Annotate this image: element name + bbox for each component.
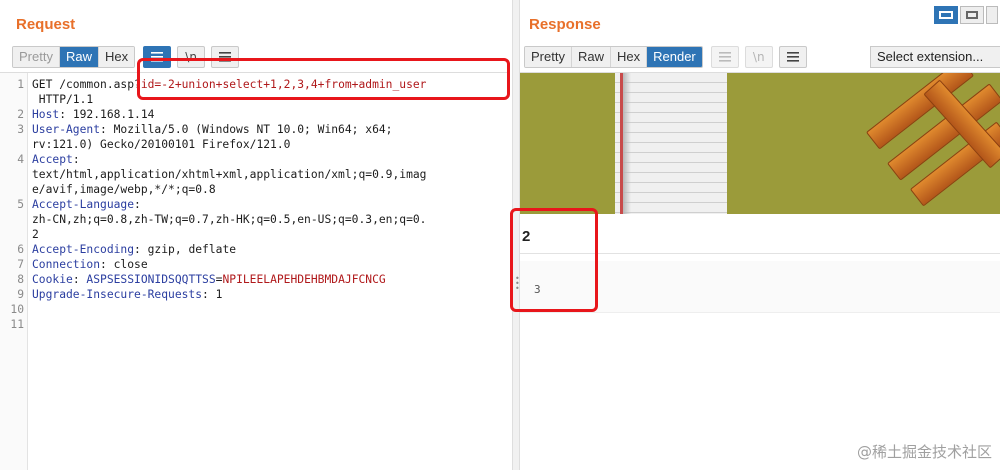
- line-number: 11: [10, 318, 24, 331]
- code-token: zh-CN,zh;q=0.8,zh-TW;q=0.7,zh-HK;q=0.5,e…: [32, 213, 427, 226]
- line-number: 5: [17, 198, 24, 211]
- wrap-lines-icon[interactable]: [710, 46, 739, 68]
- wrap-lines-glyph: [718, 52, 731, 62]
- highlight-box-injection: [137, 58, 510, 100]
- code-token: ASPSESSIONIDSQQTTSS: [86, 273, 216, 286]
- response-title: Response: [529, 16, 601, 33]
- highlight-box-output: [510, 208, 598, 312]
- line-code: Cookie: ASPSESSIONIDSQQTTSS=NPILEELAPEHD…: [32, 272, 386, 287]
- response-panel: Response Pretty Raw Hex Render \n Select…: [510, 0, 1000, 470]
- request-line: 6 Accept-Encoding: gzip, deflate: [0, 242, 510, 257]
- line-number: 9: [17, 288, 24, 301]
- code-token: HTTP/1.1: [32, 93, 94, 106]
- rendered-banner-image: [520, 73, 1000, 214]
- code-token: : close: [100, 258, 148, 271]
- line-code: 2: [32, 227, 39, 242]
- line-code: User-Agent: Mozilla/5.0 (Windows NT 10.0…: [32, 122, 392, 137]
- code-token: text/html,application/xhtml+xml,applicat…: [32, 168, 427, 181]
- line-number: 10: [10, 303, 24, 316]
- request-panel: Request Pretty Raw Hex \n 1 GET /common.a…: [0, 0, 512, 470]
- tab-pretty[interactable]: Pretty: [13, 47, 60, 67]
- request-editor[interactable]: 1 GET /common.asp?id=-2+union+select+1,2,…: [0, 72, 510, 470]
- show-newlines-icon[interactable]: \n: [744, 46, 773, 68]
- code-token: Cookie: [32, 273, 73, 286]
- line-code: Connection: close: [32, 257, 148, 272]
- line-number: 4: [17, 153, 24, 166]
- request-title: Request: [16, 16, 76, 33]
- code-token: GET /common.asp?: [32, 78, 141, 91]
- banner-wall: [615, 73, 727, 214]
- code-token: Upgrade-Insecure-Requests: [32, 288, 203, 301]
- line-number: 8: [17, 273, 24, 286]
- line-code: rv:121.0) Gecko/20100101 Firefox/121.0: [32, 137, 290, 152]
- layout-toggles: [932, 6, 998, 24]
- request-view-tabs: Pretty Raw Hex: [12, 46, 136, 68]
- request-line: 10: [0, 302, 510, 317]
- code-token: : 1: [202, 288, 223, 301]
- request-line: 7 Connection: close: [0, 257, 510, 272]
- request-line: 9 Upgrade-Insecure-Requests: 1: [0, 287, 510, 302]
- code-token: : gzip, deflate: [134, 243, 237, 256]
- code-token: :: [72, 153, 80, 166]
- code-token: User-Agent: [32, 123, 101, 136]
- response-view-tabs: Pretty Raw Hex Render: [524, 46, 703, 68]
- code-token: : 192.168.1.14: [59, 108, 155, 121]
- request-line: 11: [0, 317, 510, 332]
- code-token: :: [134, 198, 141, 211]
- request-line: 3 User-Agent: Mozilla/5.0 (Windows NT 10.…: [0, 122, 510, 137]
- code-token: :: [72, 273, 87, 286]
- request-line: text/html,application/xhtml+xml,applicat…: [0, 167, 510, 182]
- request-line: 2 Host: 192.168.1.14: [0, 107, 510, 122]
- line-code: Host: 192.168.1.14: [32, 107, 154, 122]
- tab-render[interactable]: Render: [647, 47, 702, 67]
- request-line: zh-CN,zh;q=0.8,zh-TW;q=0.7,zh-HK;q=0.5,e…: [0, 212, 510, 227]
- line-code: Accept-Encoding: gzip, deflate: [32, 242, 236, 257]
- code-token: Accept: [32, 153, 73, 166]
- line-code: Accept:: [32, 152, 80, 167]
- tab-hex[interactable]: Hex: [98, 47, 135, 67]
- request-line: 5 Accept-Language:: [0, 197, 510, 212]
- tab-pretty[interactable]: Pretty: [525, 47, 572, 67]
- code-token: Accept-Language: [32, 198, 135, 211]
- line-code: zh-CN,zh;q=0.8,zh-TW;q=0.7,zh-HK;q=0.5,e…: [32, 212, 426, 227]
- request-line: 4 Accept:: [0, 152, 510, 167]
- line-code: HTTP/1.1: [32, 92, 93, 107]
- line-number: 1: [17, 78, 24, 91]
- line-number: 2: [17, 108, 24, 121]
- request-line: 8 Cookie: ASPSESSIONIDSQQTTSS=NPILEELAPEH…: [0, 272, 510, 287]
- code-token: NPILEELAPEHDEHBMDAJFCNCG: [222, 273, 386, 286]
- line-code: text/html,application/xhtml+xml,applicat…: [32, 167, 426, 182]
- menu-icon[interactable]: [778, 46, 807, 68]
- menu-glyph: [786, 52, 799, 62]
- layout-side-by-side-icon[interactable]: [934, 6, 958, 24]
- code-token: rv:121.0) Gecko/20100101 Firefox/121.0: [32, 138, 291, 151]
- code-token: Accept-Encoding: [32, 243, 135, 256]
- code-token: Connection: [32, 258, 101, 271]
- tab-raw[interactable]: Raw: [571, 47, 611, 67]
- select-extension-dropdown[interactable]: Select extension...: [870, 46, 1000, 68]
- layout-stacked-icon[interactable]: [960, 6, 984, 24]
- request-line: e/avif,image/webp,*/*;q=0.8: [0, 182, 510, 197]
- line-number: 3: [17, 123, 24, 136]
- burp-repeater-window: Request Pretty Raw Hex \n 1 GET /common.a…: [0, 0, 1000, 470]
- line-code: Accept-Language:: [32, 197, 141, 212]
- banner-wall-shadow: [623, 73, 631, 214]
- code-token: Host: [32, 108, 60, 121]
- code-token: : Mozilla/5.0 (Windows NT 10.0; Win64; x…: [100, 123, 393, 136]
- line-number: 6: [17, 243, 24, 256]
- code-token: e/avif,image/webp,*/*;q=0.8: [32, 183, 216, 196]
- code-token: 2: [32, 228, 39, 241]
- watermark-text: @稀土掘金技术社区: [856, 443, 992, 461]
- request-line: 2: [0, 227, 510, 242]
- line-code: e/avif,image/webp,*/*;q=0.8: [32, 182, 216, 197]
- layout-tabs-icon[interactable]: [986, 6, 998, 24]
- tab-raw[interactable]: Raw: [59, 47, 99, 67]
- request-line: rv:121.0) Gecko/20100101 Firefox/121.0: [0, 137, 510, 152]
- line-number: 7: [17, 258, 24, 271]
- response-toolbar: Pretty Raw Hex Render \n: [524, 46, 807, 68]
- tab-hex[interactable]: Hex: [610, 47, 648, 67]
- line-code: Upgrade-Insecure-Requests: 1: [32, 287, 222, 302]
